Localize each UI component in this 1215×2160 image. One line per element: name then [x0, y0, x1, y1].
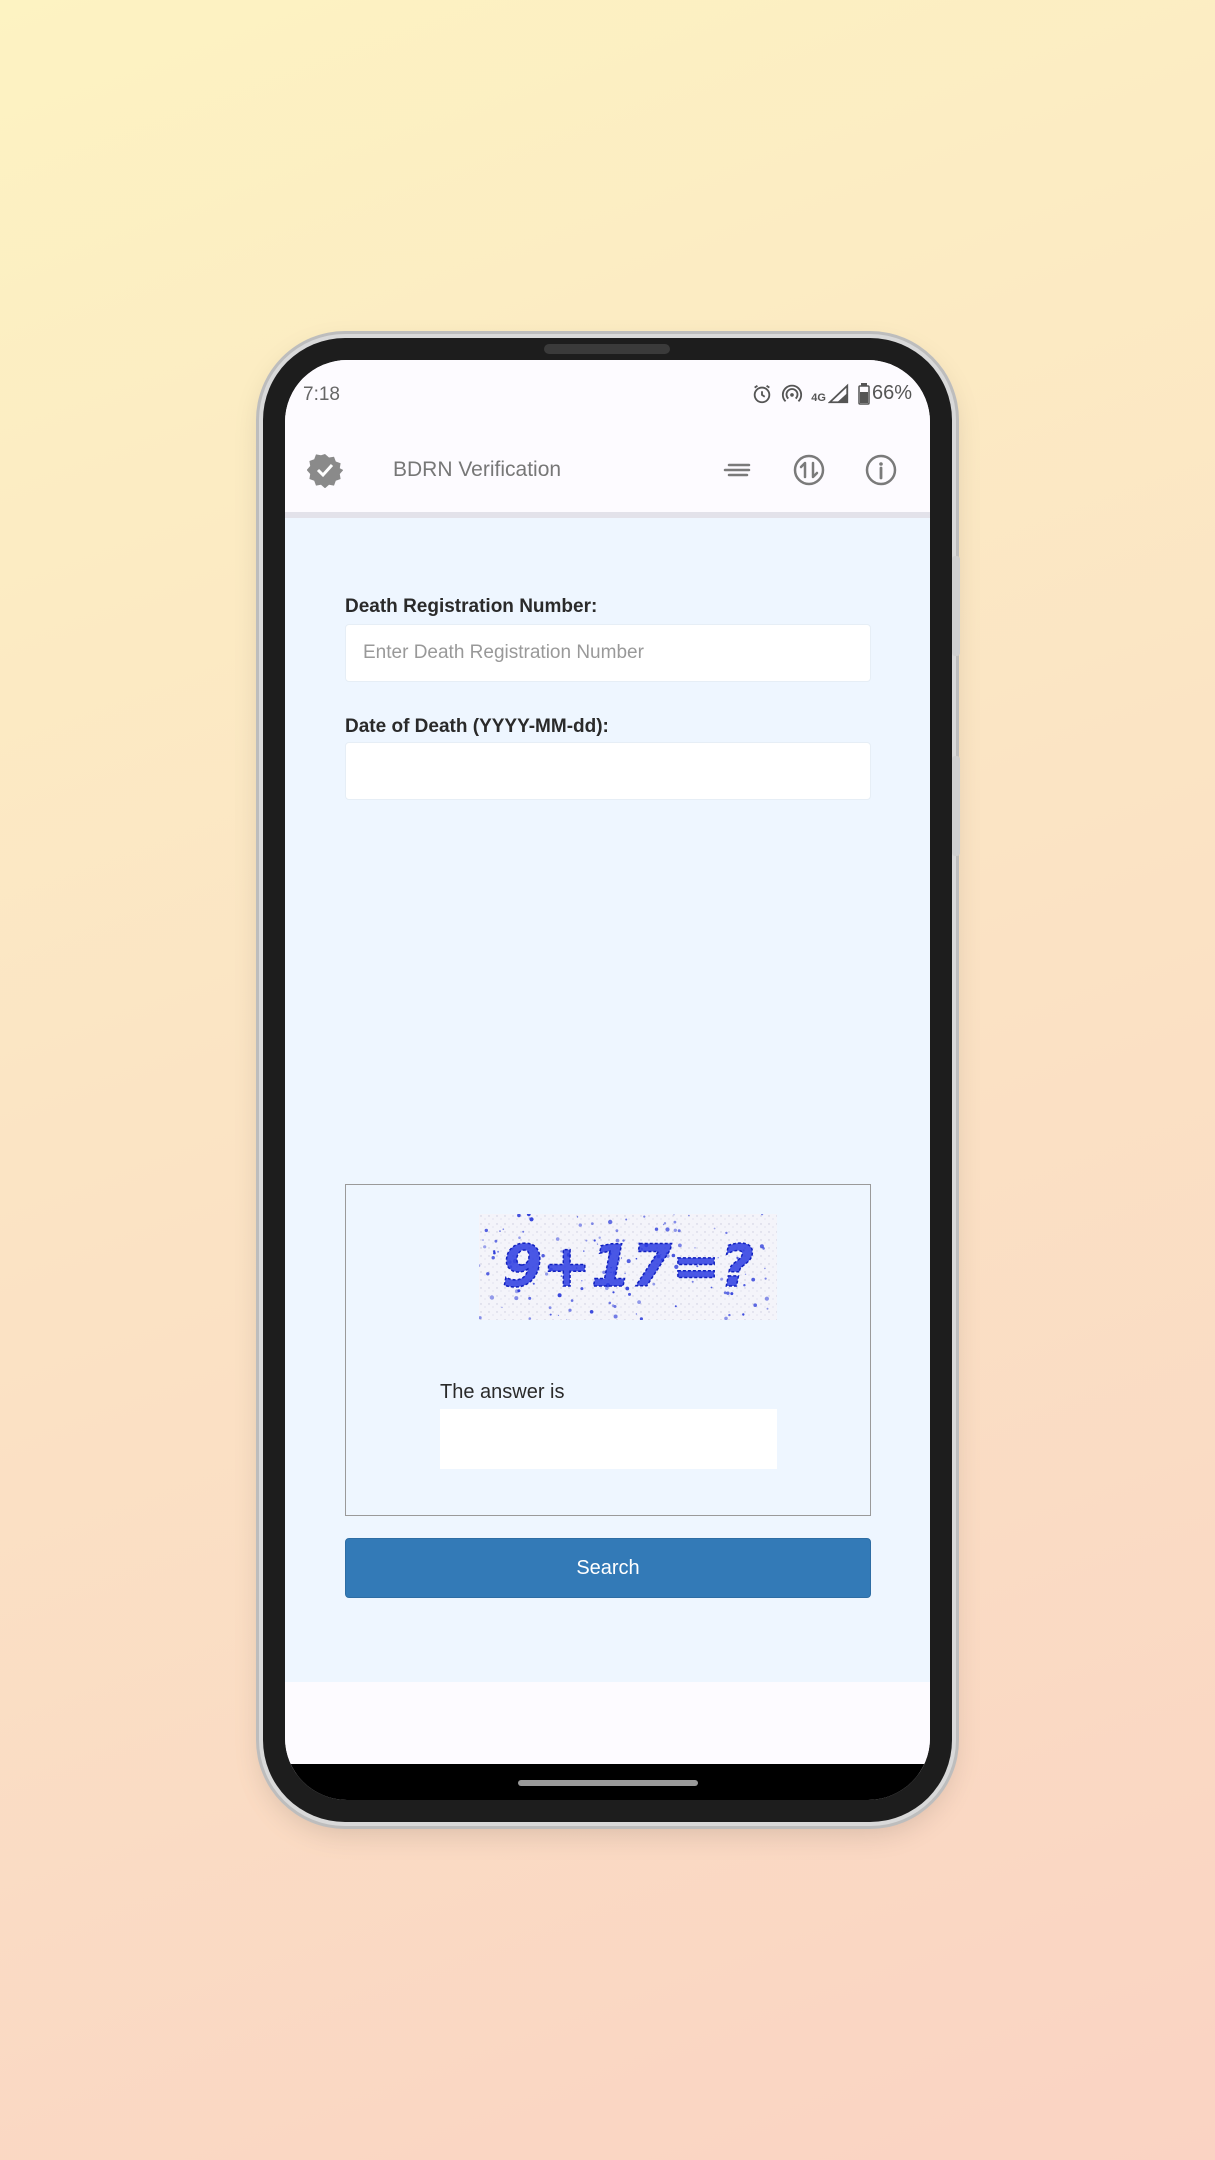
- captcha-noise-dot: [548, 1306, 552, 1310]
- app-title: BDRN Verification: [393, 458, 562, 481]
- captcha-noise-dot: [625, 1218, 628, 1221]
- status-bar: 7:18 4G 66%: [285, 360, 930, 428]
- captcha-noise-dot: [483, 1245, 487, 1249]
- answer-label: The answer is: [440, 1381, 565, 1403]
- captcha-noise-dot: [674, 1305, 677, 1308]
- power-button: [952, 756, 960, 856]
- search-button[interactable]: Search: [345, 1538, 871, 1598]
- registration-number-input[interactable]: [345, 624, 871, 682]
- phone-frame: 7:18 4G 66% BDRN Verification Death Regi…: [263, 338, 960, 1822]
- captcha-noise-dot: [764, 1277, 767, 1280]
- captcha-noise-dot: [688, 1214, 690, 1217]
- captcha-noise-dot: [528, 1217, 530, 1219]
- captcha-noise-dot: [482, 1239, 484, 1241]
- captcha-noise-dot: [589, 1310, 594, 1314]
- captcha-noise-dot: [764, 1296, 769, 1301]
- captcha-answer-input[interactable]: [440, 1409, 777, 1469]
- captcha-image: 9+17=?: [477, 1212, 777, 1321]
- alarm-icon: [751, 383, 773, 405]
- captcha-noise-dot: [493, 1250, 496, 1253]
- captcha-noise-dot: [643, 1215, 646, 1218]
- phone-screen: 7:18 4G 66% BDRN Verification Death Regi…: [285, 360, 930, 1800]
- date-of-death-input[interactable]: [345, 742, 871, 800]
- captcha-noise-dot: [766, 1307, 769, 1310]
- captcha-noise-dot: [663, 1222, 667, 1225]
- captcha-noise-dot: [497, 1250, 500, 1253]
- signal-icon: [827, 383, 850, 405]
- captcha-noise-dot: [611, 1304, 615, 1307]
- captcha-noise-dot: [608, 1301, 612, 1305]
- volume-button: [952, 556, 960, 656]
- captcha-noise-dot: [654, 1227, 659, 1231]
- date-of-death-label: Date of Death (YYYY-MM-dd):: [345, 716, 609, 737]
- status-icons: 4G 66%: [751, 382, 912, 405]
- captcha-noise-dot: [484, 1228, 488, 1233]
- captcha-noise-dot: [759, 1244, 764, 1249]
- captcha-noise-dot: [502, 1228, 505, 1230]
- captcha-noise-dot: [578, 1223, 582, 1227]
- captcha-noise-dot: [549, 1313, 552, 1316]
- captcha-noise-dot: [742, 1313, 745, 1316]
- registration-number-label: Death Registration Number:: [345, 596, 598, 617]
- captcha-noise-dot: [662, 1223, 665, 1226]
- captcha-noise-dot: [673, 1214, 675, 1216]
- battery-percent: 66%: [871, 382, 912, 404]
- captcha-noise-dot: [665, 1227, 670, 1232]
- captcha-box: 9+17=? The answer is: [345, 1184, 871, 1516]
- verified-badge-icon: [306, 452, 344, 489]
- captcha-noise-dot: [608, 1219, 613, 1225]
- captcha-noise-dot: [557, 1314, 560, 1316]
- captcha-noise-dot: [499, 1230, 501, 1232]
- status-time: 7:18: [303, 384, 340, 405]
- captcha-noise-dot: [635, 1313, 638, 1315]
- captcha-noise-dot: [613, 1314, 618, 1319]
- captcha-noise-dot: [753, 1303, 757, 1307]
- menu-lines-icon[interactable]: [717, 450, 757, 490]
- captcha-noise-dot: [491, 1256, 495, 1260]
- network-type: 4G: [811, 391, 826, 404]
- hotspot-icon: [781, 383, 803, 405]
- captcha-text: 9+17=?: [502, 1232, 754, 1300]
- captcha-noise-dot: [673, 1220, 677, 1224]
- captcha-noise-dot: [590, 1222, 594, 1225]
- captcha-noise-dot: [494, 1239, 498, 1243]
- battery-icon: [858, 382, 870, 405]
- navigation-bar: [285, 1764, 930, 1800]
- captcha-noise-dot: [568, 1308, 572, 1312]
- swap-icon[interactable]: [789, 450, 829, 490]
- captcha-noise-dot: [528, 1317, 532, 1320]
- captcha-noise-dot: [576, 1216, 579, 1218]
- captcha-noise-dot: [637, 1300, 641, 1304]
- form-content: Death Registration Number: Date of Death…: [285, 518, 930, 1682]
- bottom-area: [285, 1682, 930, 1774]
- captcha-noise-dot: [486, 1272, 490, 1276]
- captcha-noise-dot: [501, 1306, 503, 1309]
- captcha-noise-dot: [728, 1313, 731, 1317]
- info-icon[interactable]: [861, 450, 901, 490]
- captcha-noise-dot: [764, 1267, 766, 1270]
- home-handle[interactable]: [518, 1780, 698, 1786]
- app-bar: BDRN Verification: [285, 428, 930, 518]
- phone-speaker: [544, 344, 670, 354]
- captcha-noise-dot: [529, 1217, 534, 1222]
- captcha-noise-dot: [713, 1227, 716, 1230]
- captcha-noise-dot: [489, 1295, 495, 1300]
